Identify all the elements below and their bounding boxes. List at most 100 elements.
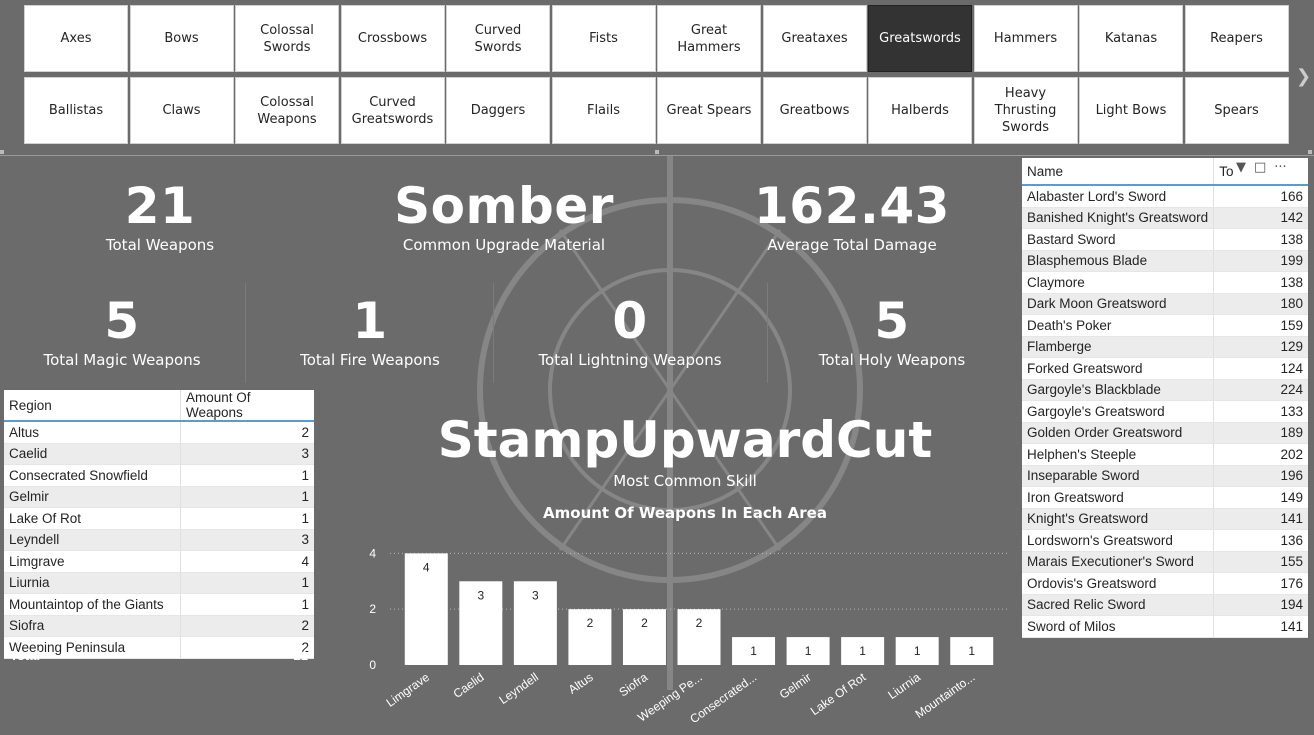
weapon-row[interactable]: Gargoyle's Greatsword 133	[1022, 400, 1308, 423]
slicer-button[interactable]: Reapers	[1184, 5, 1289, 72]
weapon-row[interactable]: Banished Knight's Greatsword 142	[1022, 207, 1308, 229]
chevron-right-icon[interactable]: ❯	[1296, 66, 1311, 87]
slicer-button[interactable]: Greatbows	[762, 77, 867, 144]
region-row[interactable]: Gelmir 1	[4, 486, 314, 508]
weapon-row[interactable]: Flamberge 129	[1022, 336, 1308, 358]
weapon-row[interactable]: Sacred Relic Sword 194	[1022, 594, 1308, 616]
region-table-total-row: Total 21	[4, 648, 314, 666]
slicer-button[interactable]: Bows	[129, 5, 234, 72]
cell-value: 141	[1213, 615, 1308, 638]
region-row[interactable]: Caelid 3	[4, 443, 314, 465]
kpi-label: Total Fire Weapons	[300, 351, 440, 369]
cell-label: Lordsworn's Greatsword	[1022, 529, 1215, 552]
weapon-row[interactable]: Marais Executioner's Sword 155	[1022, 551, 1308, 573]
cell-label: Inseparable Sword	[1022, 465, 1215, 487]
weapon-row[interactable]: Alabaster Lord's Sword 166	[1022, 185, 1308, 208]
weapon-row[interactable]: Dark Moon Greatsword 180	[1022, 293, 1308, 315]
cell-value: 133	[1213, 400, 1308, 423]
weapon-row[interactable]: Iron Greatsword 149	[1022, 486, 1308, 509]
slicer-button[interactable]: Greatswords	[868, 5, 972, 72]
cell-value: 138	[1213, 228, 1308, 251]
more-options-icon[interactable]: ···	[1274, 160, 1286, 178]
slicer-button[interactable]: Curved Greatswords	[340, 77, 445, 144]
region-row[interactable]: Limgrave 4	[4, 550, 314, 573]
kpi-value: 21	[124, 177, 196, 235]
weapon-row[interactable]: Sword of Milos 141	[1022, 615, 1308, 638]
x-tick-label: Limgrave	[384, 670, 433, 710]
weapon-row[interactable]: Lordsworn's Greatsword 136	[1022, 529, 1308, 552]
kpi-upgrade-material: Somber Common Upgrade Material	[384, 178, 624, 254]
region-row[interactable]: Lake Of Rot 1	[4, 507, 314, 530]
region-row[interactable]: Liurnia 1	[4, 572, 314, 594]
weapon-row[interactable]: Claymore 138	[1022, 271, 1308, 294]
weapon-row[interactable]: Inseparable Sword 196	[1022, 465, 1308, 487]
weapon-row[interactable]: Bastard Sword 138	[1022, 228, 1308, 251]
column-header-region[interactable]: Region	[4, 390, 181, 422]
kpi-divider	[767, 283, 768, 383]
slicer-button[interactable]: Heavy Thrusting Swords	[973, 77, 1078, 144]
x-tick-label: Lake Of Rot	[808, 670, 869, 719]
weapon-row[interactable]: Forked Greatsword 124	[1022, 357, 1308, 380]
slicer-button[interactable]: Axes	[24, 5, 128, 72]
slicer-button[interactable]: Great Hammers	[657, 5, 761, 72]
slicer-button[interactable]: Fists	[551, 5, 656, 72]
slicer-button[interactable]: Ballistas	[24, 77, 128, 144]
y-tick-label: 4	[369, 546, 376, 560]
cell-value: 149	[1213, 486, 1308, 509]
weapon-row[interactable]: Ordovis's Greatsword 176	[1022, 572, 1308, 595]
weapon-row[interactable]: Blasphemous Blade 199	[1022, 250, 1308, 272]
region-row[interactable]: Leyndell 3	[4, 529, 314, 551]
cell-value: 2	[180, 421, 314, 444]
slicer-button[interactable]: Great Spears	[657, 77, 761, 144]
slicer-grid: Axes Bows Colossal Swords Crossbows Curved S…	[24, 5, 1290, 144]
x-tick-label: Caelid	[451, 670, 487, 701]
slicer-button[interactable]: Claws	[129, 77, 234, 144]
cell-label: Lake Of Rot	[4, 507, 181, 530]
kpi-label: Total Lightning Weapons	[538, 351, 722, 369]
region-table[interactable]: Region Amount Of Weapons Altus 2 Caelid 3 Co…	[4, 390, 314, 659]
cell-label: Helphen's Steeple	[1022, 443, 1215, 466]
slicer-button[interactable]: Curved Swords	[446, 5, 550, 72]
kpi-holy-weapons: 5 Total Holy Weapons	[792, 293, 992, 369]
cell-label: Dark Moon Greatsword	[1022, 293, 1215, 315]
slicer-button[interactable]: Flails	[551, 77, 656, 144]
cell-label: Forked Greatsword	[1022, 357, 1215, 380]
slicer-button[interactable]: Greataxes	[762, 5, 867, 72]
slicer-button[interactable]: Spears	[1184, 77, 1289, 144]
y-tick-label: 2	[369, 602, 376, 616]
cell-label: Ordovis's Greatsword	[1022, 572, 1215, 595]
weapons-per-area-chart: 0 2 4 4 Limgrave 3 Caelid 3 Leyndell 2 Altus 2 Siofr…	[369, 546, 1010, 726]
column-header-amount[interactable]: Amount Of Weapons	[180, 390, 314, 422]
weapon-row[interactable]: Death's Poker 159	[1022, 314, 1308, 337]
slicer-button[interactable]: Daggers	[446, 77, 550, 144]
region-row[interactable]: Consecrated Snowfield 1	[4, 464, 314, 487]
x-tick-label: Altus	[566, 670, 596, 697]
total-label: Total	[10, 648, 41, 663]
weapon-row[interactable]: Knight's Greatsword 141	[1022, 508, 1308, 530]
slicer-button[interactable]: Halberds	[868, 77, 972, 144]
cell-label: Caelid	[4, 443, 181, 465]
cell-value: 1	[180, 464, 314, 487]
slicer-button[interactable]: Colossal Swords	[235, 5, 339, 72]
focus-mode-icon[interactable]: □	[1254, 160, 1266, 178]
weapon-damage-table[interactable]: Name To Alabaster Lord's Sword 166 Banishe…	[1022, 158, 1308, 638]
slicer-button[interactable]: Hammers	[973, 5, 1078, 72]
bar-data-label: 2	[641, 616, 648, 630]
weapon-row[interactable]: Golden Order Greatsword 189	[1022, 422, 1308, 444]
region-row[interactable]: Siofra 2	[4, 615, 314, 637]
filter-icon[interactable]: ▼	[1236, 160, 1246, 178]
cell-value: 138	[1213, 271, 1308, 294]
weapon-row[interactable]: Gargoyle's Blackblade 224	[1022, 379, 1308, 401]
region-row[interactable]: Altus 2	[4, 421, 314, 444]
slicer-button[interactable]: Colossal Weapons	[235, 77, 339, 144]
slicer-button[interactable]: Light Bows	[1079, 77, 1183, 144]
column-header-name[interactable]: Name	[1022, 158, 1215, 186]
cell-value: 3	[180, 443, 314, 465]
cell-label: Mountaintop of the Giants	[4, 593, 181, 616]
slicer-button[interactable]: Crossbows	[340, 5, 445, 72]
visual-header-icons: ▼ □ ···	[1236, 160, 1314, 178]
slicer-button[interactable]: Katanas	[1079, 5, 1183, 72]
region-row[interactable]: Mountaintop of the Giants 1	[4, 593, 314, 616]
resize-handle	[0, 150, 4, 154]
weapon-row[interactable]: Helphen's Steeple 202	[1022, 443, 1308, 466]
